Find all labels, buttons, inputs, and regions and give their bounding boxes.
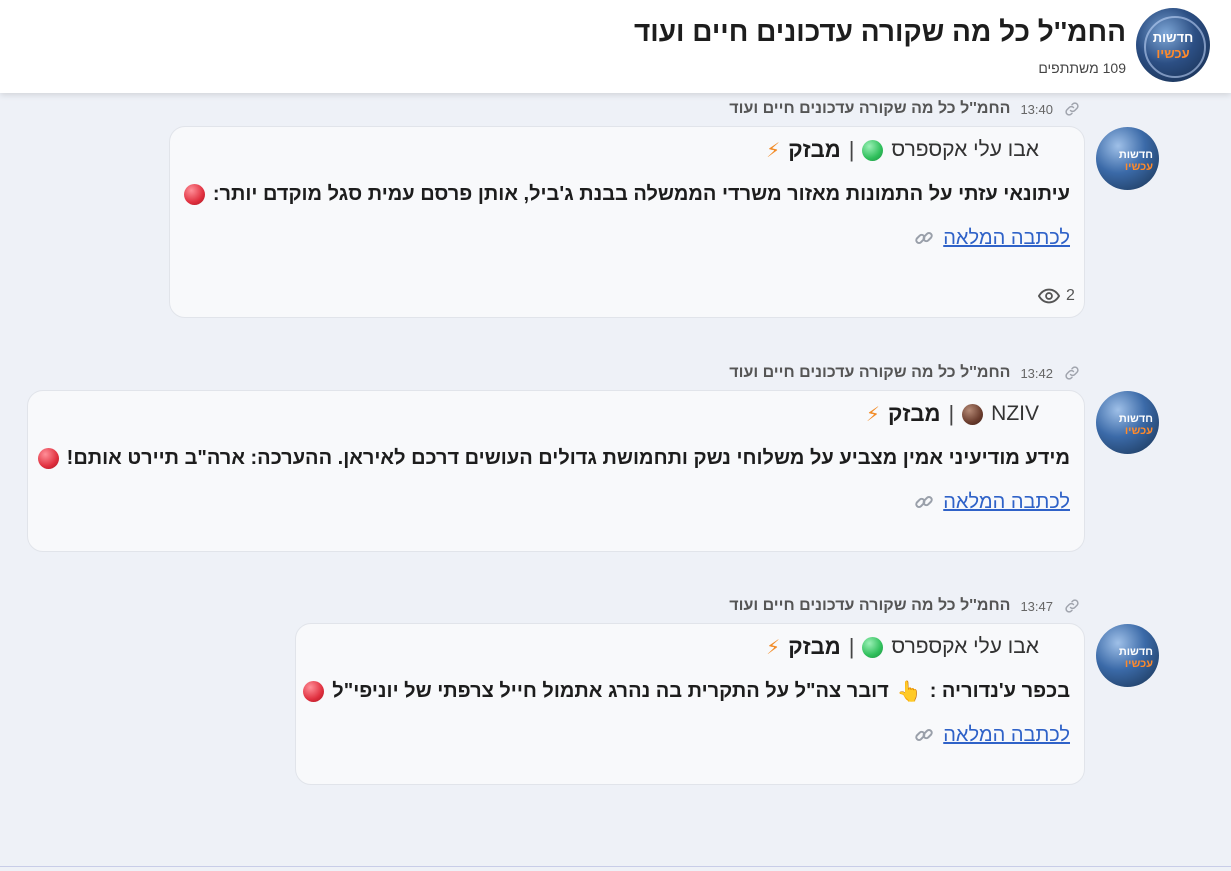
avatar-text-2: עכשיו	[1156, 46, 1190, 61]
message-text-after: בכפר ע'נדוריה :	[929, 679, 1070, 702]
message-time: 13:40	[1020, 101, 1053, 117]
avatar-label-2: עכשיו	[1124, 425, 1153, 437]
read-more-link[interactable]: לכתבה המלאה	[943, 227, 1070, 250]
separator: |	[848, 634, 855, 659]
message-time: 13:42	[1020, 365, 1053, 381]
message-body: עיתונאי עזתי על התמונות מאזור משרדי הממש…	[183, 179, 1070, 209]
chain-link-icon	[915, 496, 933, 508]
message-body: דובר צה"ל על התקרית בה נהרג אתמול חייל צ…	[303, 676, 1070, 706]
read-more-link[interactable]: לכתבה המלאה	[943, 724, 1070, 747]
bolt-icon: ⚡	[766, 139, 781, 162]
avatar-label-2: עכשיו	[1124, 161, 1153, 173]
source-name: מבזק	[788, 634, 841, 659]
message-bubble: ⚡ מבזק | אבו עלי אקספרס עיתונאי עזתי על …	[169, 126, 1085, 318]
green-dot-icon	[862, 139, 884, 161]
source-author: NZIV	[991, 402, 1039, 425]
link-icon[interactable]	[1063, 597, 1081, 615]
sender-avatar[interactable]: חדשות עכשיו	[1096, 127, 1159, 190]
sender-avatar[interactable]: חדשות עכשיו	[1096, 624, 1159, 687]
link-icon[interactable]	[1063, 364, 1081, 382]
avatar-label: חדשות	[1118, 646, 1153, 658]
source-name: מבזק	[788, 137, 841, 162]
eye-icon	[1038, 288, 1060, 304]
source-author: אבו עלי אקספרס	[891, 635, 1039, 658]
bottom-divider	[0, 866, 1231, 867]
avatar-label-2: עכשיו	[1124, 658, 1153, 670]
subscriber-count: 109 משתתפים	[1038, 60, 1126, 76]
red-dot-icon	[183, 183, 205, 205]
view-count: 2	[1038, 287, 1075, 305]
message-meta: החמ''ל כל מה שקורה עדכונים חיים ועוד 13:…	[729, 363, 1081, 383]
channel-title[interactable]: החמ''ל כל מה שקורה עדכונים חיים ועוד	[634, 16, 1126, 48]
red-dot-icon	[37, 447, 59, 469]
message-body: מידע מודיעיני אמין מצביע על משלוחי נשק ו…	[37, 443, 1070, 473]
message-author[interactable]: החמ''ל כל מה שקורה עדכונים חיים ועוד	[729, 597, 1010, 615]
message-meta: החמ''ל כל מה שקורה עדכונים חיים ועוד 13:…	[729, 99, 1081, 119]
message-time: 13:47	[1020, 598, 1053, 614]
message-meta: החמ''ל כל מה שקורה עדכונים חיים ועוד 13:…	[729, 596, 1081, 616]
separator: |	[948, 401, 955, 426]
source-line: ⚡ מבזק | אבו עלי אקספרס	[766, 634, 1039, 660]
chain-link-icon	[915, 232, 933, 244]
read-more-link[interactable]: לכתבה המלאה	[943, 491, 1070, 514]
read-more-row: לכתבה המלאה	[913, 487, 1070, 517]
source-line: ⚡ מבזק | NZIV	[866, 401, 1039, 427]
link-icon[interactable]	[1063, 100, 1081, 118]
bolt-icon: ⚡	[766, 636, 781, 659]
read-more-row: לכתבה המלאה	[913, 223, 1070, 253]
message-bubble: ⚡ מבזק | NZIV מידע מודיעיני אמין מצביע ע…	[27, 390, 1085, 552]
chain-link-icon	[915, 729, 933, 741]
message-author[interactable]: החמ''ל כל מה שקורה עדכונים חיים ועוד	[729, 100, 1010, 118]
message-text: מידע מודיעיני אמין מצביע על משלוחי נשק ו…	[66, 446, 1070, 469]
red-dot-icon	[303, 680, 325, 702]
message-author[interactable]: החמ''ל כל מה שקורה עדכונים חיים ועוד	[729, 364, 1010, 382]
message-text-before: דובר צה"ל על התקרית בה נהרג אתמול חייל צ…	[332, 679, 889, 702]
source-name: מבזק	[887, 401, 941, 426]
channel-avatar[interactable]: חדשות עכשיו	[1136, 8, 1210, 82]
views-number: 2	[1066, 287, 1075, 304]
separator: |	[848, 137, 855, 162]
channel-header: חדשות עכשיו החמ''ל כל מה שקורה עדכונים ח…	[0, 0, 1231, 93]
message-text: עיתונאי עזתי על התמונות מאזור משרדי הממש…	[212, 182, 1070, 205]
avatar-text-1: חדשות	[1152, 30, 1194, 45]
green-dot-icon	[862, 636, 884, 658]
bolt-icon: ⚡	[865, 403, 880, 426]
brown-dot-icon	[962, 403, 984, 425]
source-line: ⚡ מבזק | אבו עלי אקספרס	[766, 137, 1039, 163]
avatar-label: חדשות	[1118, 149, 1153, 161]
message-bubble: ⚡ מבזק | אבו עלי אקספרס דובר צה"ל על התק…	[295, 623, 1085, 785]
read-more-row: לכתבה המלאה	[913, 720, 1070, 750]
sender-avatar[interactable]: חדשות עכשיו	[1096, 391, 1159, 454]
source-author: אבו עלי אקספרס	[891, 138, 1039, 161]
avatar-label: חדשות	[1118, 413, 1153, 425]
pointing-up-icon: 👆	[896, 680, 922, 703]
